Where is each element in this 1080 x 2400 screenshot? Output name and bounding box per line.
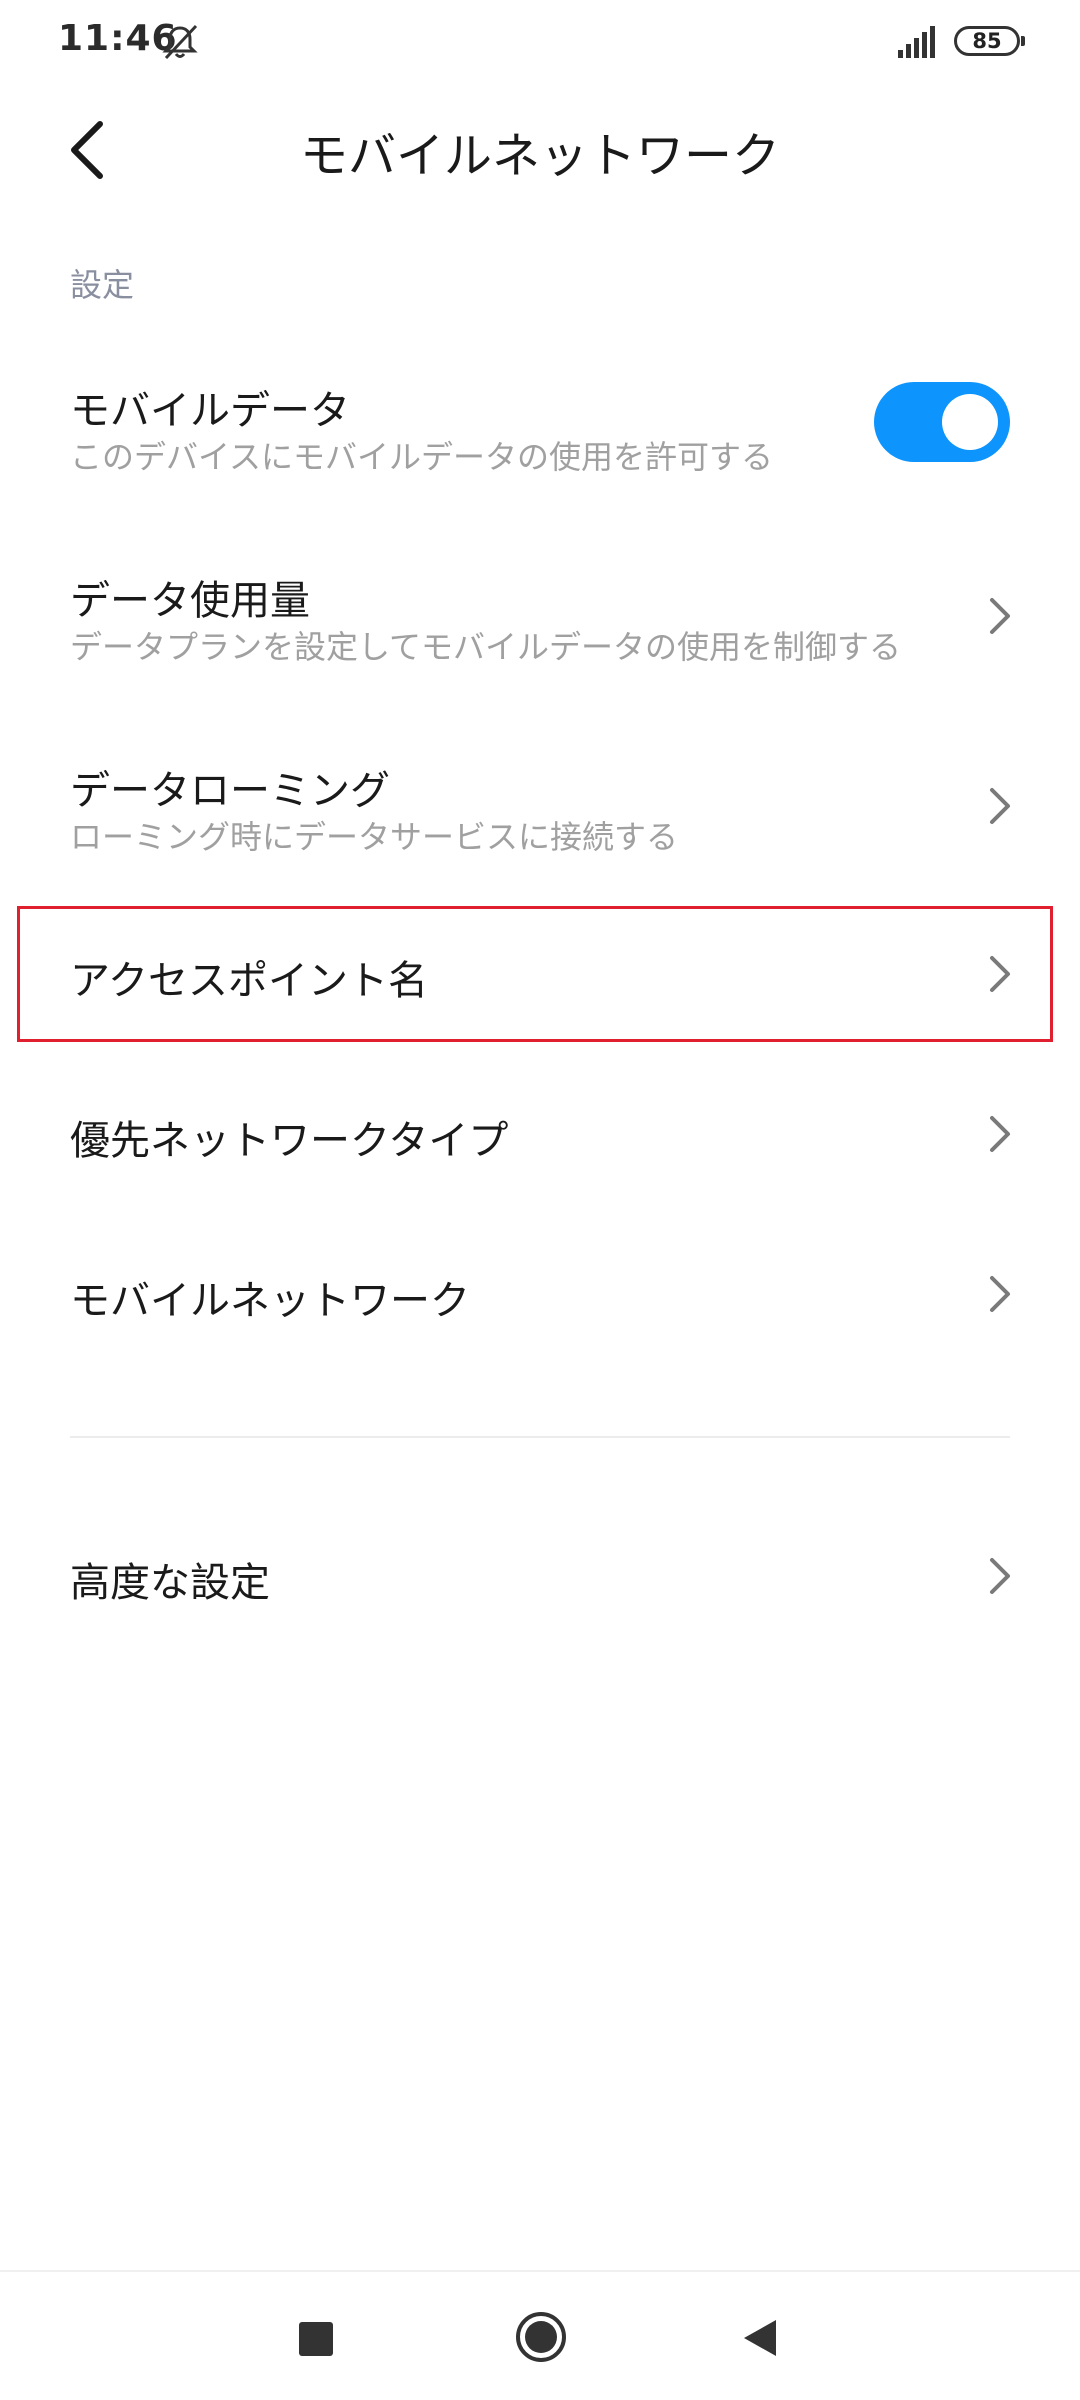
- signal-icon: [898, 26, 935, 58]
- row-title: モバイルデータ: [70, 388, 350, 434]
- row-title: データ使用量: [70, 578, 310, 624]
- recents-square-icon[interactable]: [299, 2322, 333, 2356]
- section-label: 設定: [70, 266, 135, 304]
- row-subtitle: データプランを設定してモバイルデータの使用を制御する: [70, 628, 902, 666]
- row-title: アクセスポイント名: [70, 958, 428, 1004]
- divider: [70, 1436, 1010, 1438]
- chevron-right-icon: [990, 956, 1010, 992]
- row-title: 優先ネットワークタイプ: [70, 1118, 509, 1164]
- chevron-right-icon: [990, 1116, 1010, 1152]
- chevron-right-icon: [990, 788, 1010, 824]
- navigation-bar: [0, 2270, 1080, 2400]
- row-subtitle: このデバイスにモバイルデータの使用を許可する: [70, 438, 774, 476]
- advanced-settings-row[interactable]: 高度な設定: [0, 1518, 1080, 1634]
- mute-icon: [162, 24, 198, 60]
- home-circle-icon[interactable]: [514, 2310, 568, 2364]
- row-title: データローミング: [70, 768, 390, 814]
- back-triangle-icon[interactable]: [740, 2316, 780, 2360]
- mobile-data-toggle[interactable]: [874, 382, 1010, 462]
- mobile-networks-row[interactable]: モバイルネットワーク: [0, 1236, 1080, 1352]
- data-roaming-row[interactable]: データローミング ローミング時にデータサービスに接続する: [0, 740, 1080, 870]
- row-title: 高度な設定: [70, 1560, 270, 1606]
- row-title: モバイルネットワーク: [70, 1278, 470, 1324]
- access-point-names-row[interactable]: アクセスポイント名: [0, 916, 1080, 1032]
- chevron-right-icon: [990, 1276, 1010, 1312]
- battery-icon: 85: [954, 26, 1025, 56]
- status-bar: 11:46 85: [0, 0, 1080, 84]
- row-subtitle: ローミング時にデータサービスに接続する: [70, 818, 679, 856]
- chevron-right-icon: [990, 1558, 1010, 1594]
- chevron-right-icon: [990, 598, 1010, 634]
- preferred-network-type-row[interactable]: 優先ネットワークタイプ: [0, 1076, 1080, 1192]
- page-title: モバイルネットワーク: [299, 128, 780, 184]
- data-usage-row[interactable]: データ使用量 データプランを設定してモバイルデータの使用を制御する: [0, 550, 1080, 680]
- toggle-knob: [942, 394, 998, 450]
